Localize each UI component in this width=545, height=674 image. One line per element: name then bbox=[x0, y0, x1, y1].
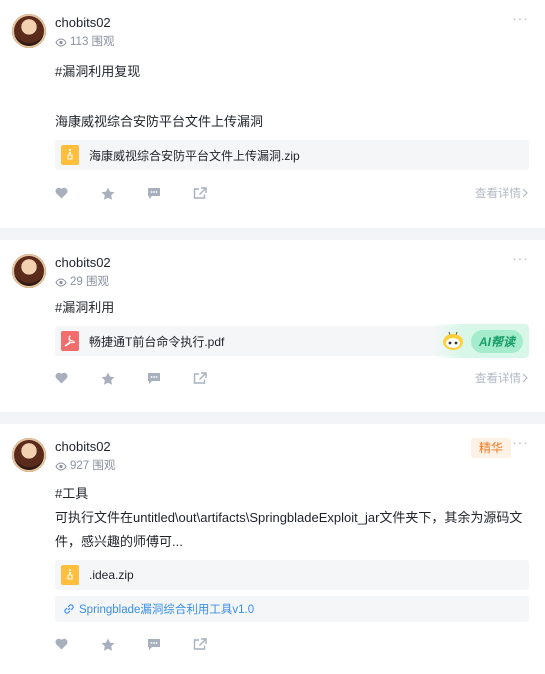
attachment-file[interactable]: 畅捷通T前台命令执行.pdf AI帮读 bbox=[55, 324, 529, 358]
pdf-icon bbox=[61, 331, 79, 351]
avatar[interactable] bbox=[12, 438, 46, 472]
ai-read-button[interactable]: AI帮读 bbox=[433, 324, 529, 358]
zip-icon bbox=[61, 565, 79, 585]
chevron-right-icon bbox=[522, 373, 528, 383]
attachment-file[interactable]: 海康威视综合安防平台文件上传漏洞.zip bbox=[55, 140, 529, 170]
post-text-line: 可执行文件在untitled\out\artifacts\Springblade… bbox=[55, 510, 523, 525]
view-count: 29 围观 bbox=[55, 274, 111, 290]
feed: chobits02 113 围观 ··· #漏洞利用复现 海康威视综合安防平台文… bbox=[0, 0, 545, 674]
heart-icon bbox=[55, 187, 68, 199]
star-icon bbox=[101, 372, 115, 385]
username[interactable]: chobits02 bbox=[55, 14, 115, 32]
post-card: chobits02 113 围观 ··· #漏洞利用复现 海康威视综合安防平台文… bbox=[0, 0, 545, 228]
view-count: 113 围观 bbox=[55, 34, 115, 50]
more-options-icon[interactable]: ··· bbox=[512, 250, 529, 266]
view-details-link[interactable]: 查看详情 bbox=[475, 370, 529, 386]
attachment-file[interactable]: .idea.zip bbox=[55, 560, 529, 590]
post-text-line: 件，感兴趣的师傅可... bbox=[55, 534, 183, 549]
more-options-icon[interactable]: ··· bbox=[512, 10, 529, 26]
detail-text: 查看详情 bbox=[475, 188, 521, 200]
post-actions bbox=[55, 624, 529, 664]
ai-read-label: AI帮读 bbox=[470, 329, 523, 353]
detail-text: 查看详情 bbox=[475, 373, 521, 385]
eye-icon bbox=[55, 277, 67, 287]
post-separator bbox=[0, 412, 545, 424]
favorite-button[interactable] bbox=[101, 187, 147, 200]
comment-button[interactable] bbox=[147, 638, 193, 651]
comment-icon bbox=[148, 187, 160, 199]
view-details-link[interactable]: 查看详情 bbox=[475, 185, 529, 201]
eye-icon bbox=[55, 37, 67, 47]
share-button[interactable] bbox=[193, 187, 239, 199]
post-card: chobits02 927 围观 精华 ··· #工具 可执行文件在untitl… bbox=[0, 424, 545, 674]
post-header: chobits02 29 围观 ··· bbox=[12, 250, 529, 290]
avatar[interactable] bbox=[12, 14, 46, 48]
featured-badge: 精华 bbox=[470, 438, 511, 458]
like-button[interactable] bbox=[55, 187, 101, 199]
views-text: 113 围观 bbox=[70, 36, 115, 48]
like-button[interactable] bbox=[55, 638, 101, 650]
comment-button[interactable] bbox=[147, 372, 193, 385]
post-tag[interactable]: #漏洞利用复现 bbox=[55, 62, 529, 82]
post-header: chobits02 113 围观 ··· bbox=[12, 10, 529, 50]
share-icon bbox=[193, 372, 207, 384]
views-text: 29 围观 bbox=[70, 276, 109, 288]
comment-icon bbox=[148, 372, 160, 384]
attachment-filename: 海康威视综合安防平台文件上传漏洞.zip bbox=[89, 148, 300, 163]
heart-icon bbox=[55, 372, 68, 384]
link-icon bbox=[64, 604, 74, 614]
username[interactable]: chobits02 bbox=[55, 254, 111, 272]
post-actions: 查看详情 bbox=[55, 173, 529, 213]
post-tag[interactable]: #漏洞利用 bbox=[55, 298, 529, 318]
avatar[interactable] bbox=[12, 254, 46, 288]
like-button[interactable] bbox=[55, 372, 101, 384]
attachment-filename: 畅捷通T前台命令执行.pdf bbox=[89, 334, 225, 349]
zip-icon bbox=[61, 145, 79, 165]
star-icon bbox=[101, 187, 115, 200]
comment-button[interactable] bbox=[147, 187, 193, 200]
post-header: chobits02 927 围观 精华 ··· bbox=[12, 434, 529, 474]
post-text: 海康威视综合安防平台文件上传漏洞 bbox=[55, 114, 264, 129]
post-separator bbox=[0, 228, 545, 240]
post-card: chobits02 29 围观 ··· #漏洞利用 畅捷通T前台命令执行.pdf… bbox=[0, 240, 545, 412]
tool-link-text: Springblade漏洞综合利用工具v1.0 bbox=[79, 604, 255, 616]
chevron-right-icon bbox=[522, 188, 528, 198]
attachment-filename: .idea.zip bbox=[89, 568, 134, 582]
favorite-button[interactable] bbox=[101, 372, 147, 385]
more-options-icon[interactable]: ··· bbox=[512, 434, 529, 450]
star-icon bbox=[101, 638, 115, 651]
heart-icon bbox=[55, 638, 68, 650]
eye-icon bbox=[55, 461, 67, 471]
robot-icon bbox=[442, 331, 463, 350]
post-actions: 查看详情 bbox=[55, 358, 529, 398]
share-button[interactable] bbox=[193, 372, 239, 384]
share-icon bbox=[193, 187, 207, 199]
tool-link[interactable]: Springblade漏洞综合利用工具v1.0 bbox=[55, 596, 529, 622]
share-button[interactable] bbox=[193, 638, 239, 650]
post-tag[interactable]: #工具 bbox=[55, 484, 529, 504]
username[interactable]: chobits02 bbox=[55, 438, 115, 456]
views-text: 927 围观 bbox=[70, 460, 116, 472]
comment-icon bbox=[148, 638, 160, 650]
share-icon bbox=[193, 638, 207, 650]
favorite-button[interactable] bbox=[101, 638, 147, 651]
view-count: 927 围观 bbox=[55, 458, 115, 474]
